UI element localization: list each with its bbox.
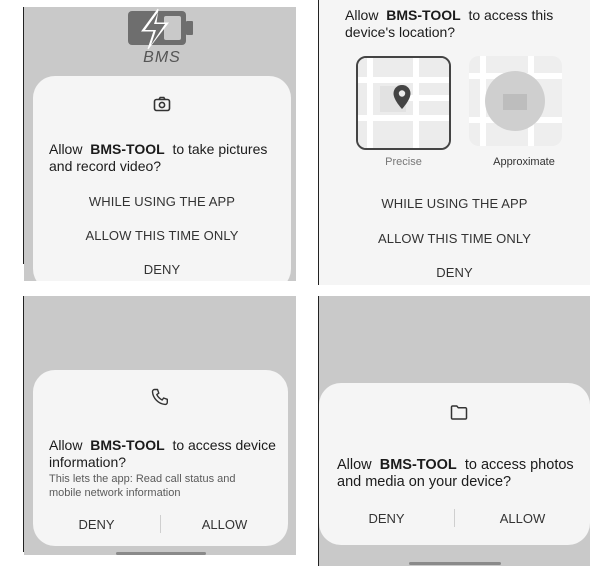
location-allow-this-time-only-button[interactable]: ALLOW THIS TIME ONLY [319, 231, 590, 246]
precise-location-option[interactable] [356, 56, 451, 150]
phone-deny-button[interactable]: DENY [33, 517, 160, 532]
camera-dialog-title: Allow BMS-TOOL to take pictures and reco… [49, 141, 268, 174]
approximate-label: Approximate [493, 156, 555, 168]
media-allow-button[interactable]: ALLOW [455, 511, 590, 526]
bms-logo-text: BMS [143, 49, 181, 66]
home-indicator [116, 552, 206, 555]
phone-permission-dialog: Allow BMS-TOOL to access device informat… [33, 370, 288, 546]
media-dialog-buttons: DENY ALLOW [319, 509, 590, 527]
phone-dialog-buttons: DENY ALLOW [33, 515, 288, 533]
location-permission-dialog: Allow BMS-TOOL to access this device's l… [319, 0, 590, 285]
deny-button[interactable]: DENY [33, 262, 291, 277]
folder-icon [450, 405, 468, 425]
precise-label: Precise [385, 156, 422, 168]
camera-permission-screen: BMS Allow BMS-TOOL to take pictures and … [24, 7, 296, 281]
media-permission-dialog: Allow BMS-TOOL to access photos and medi… [319, 383, 590, 545]
bms-logo: BMS [122, 7, 202, 71]
while-using-app-button[interactable]: WHILE USING THE APP [33, 194, 291, 209]
media-deny-button[interactable]: DENY [319, 511, 454, 526]
location-pin-icon [393, 85, 411, 109]
phone-dialog-title: Allow BMS-TOOL to access device informat… [49, 437, 276, 470]
battery-bolt-icon [128, 8, 193, 50]
location-while-using-app-button[interactable]: WHILE USING THE APP [319, 196, 590, 211]
media-dialog-title: Allow BMS-TOOL to access photos and medi… [337, 457, 574, 490]
camera-permission-dialog: Allow BMS-TOOL to take pictures and reco… [33, 76, 291, 281]
allow-this-time-only-button[interactable]: ALLOW THIS TIME ONLY [33, 228, 291, 243]
camera-icon [153, 96, 171, 117]
location-deny-button[interactable]: DENY [319, 265, 590, 280]
approximate-location-option[interactable] [469, 56, 562, 146]
home-indicator [409, 562, 501, 565]
phone-icon [151, 388, 169, 411]
location-permission-screen: Allow BMS-TOOL to access this device's l… [319, 0, 590, 285]
location-dialog-title: Allow BMS-TOOL to access this device's l… [345, 7, 554, 40]
phone-permission-screen: Allow BMS-TOOL to access device informat… [24, 296, 296, 555]
phone-dialog-subtitle: This lets the app: Read call status and … [49, 473, 236, 499]
media-permission-screen: Allow BMS-TOOL to access photos and medi… [319, 296, 590, 566]
approximate-map-image [469, 56, 562, 146]
phone-allow-button[interactable]: ALLOW [161, 517, 288, 532]
